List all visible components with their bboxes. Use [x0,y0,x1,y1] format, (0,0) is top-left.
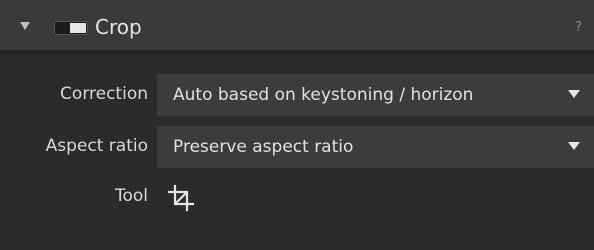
enable-toggle[interactable] [54,21,88,35]
toggle-knob [70,23,86,33]
help-icon[interactable]: ? [575,20,582,36]
tool-label: Tool [114,186,148,206]
correction-dropdown[interactable]: Auto based on keystoning / horizon [157,74,594,116]
aspect-ratio-value: Preserve aspect ratio [173,137,354,157]
aspect-ratio-dropdown[interactable]: Preserve aspect ratio [157,126,594,168]
panel-header[interactable]: Crop ? [0,0,594,54]
aspect-ratio-label: Aspect ratio [45,136,148,156]
correction-label: Correction [60,84,148,104]
chevron-down-icon [568,142,580,150]
panel-title: Crop [95,15,142,39]
correction-value: Auto based on keystoning / horizon [173,85,474,105]
crop-icon[interactable] [166,183,196,213]
collapse-arrow-icon[interactable] [20,22,30,30]
chevron-down-icon [568,90,580,98]
crop-panel: Crop ? Correction Auto based on keystoni… [0,0,594,250]
